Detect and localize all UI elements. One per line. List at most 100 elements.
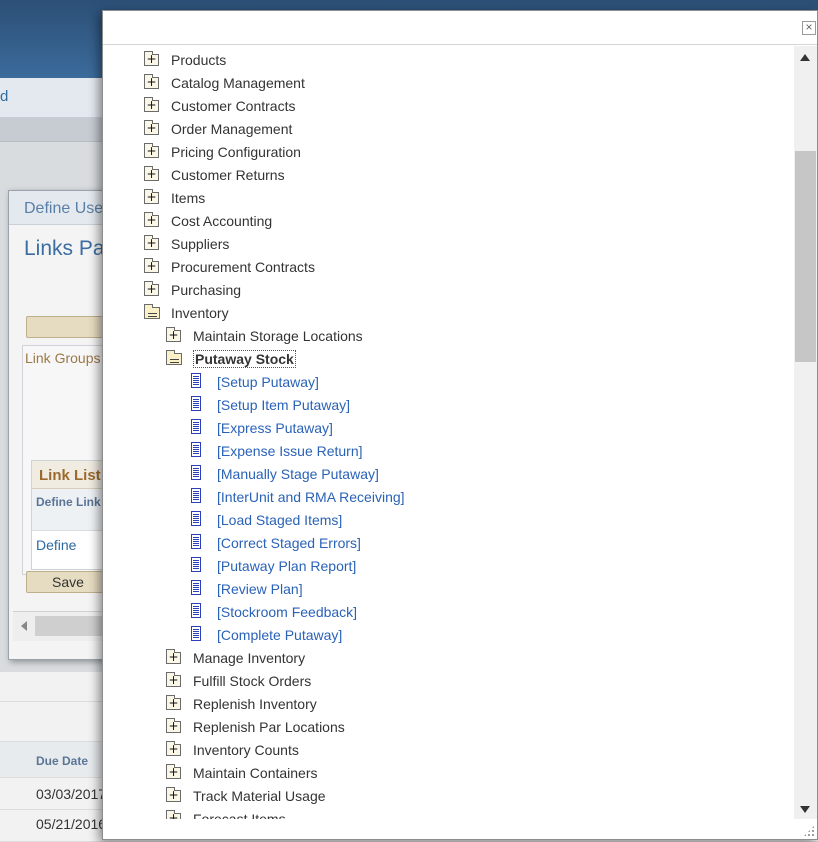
close-button[interactable]: × (802, 21, 816, 35)
tree-folder-row[interactable]: + Procurement Contracts (143, 256, 315, 278)
folder-closed-icon[interactable]: + (143, 258, 167, 276)
tree-folder-label[interactable]: Putaway Stock (193, 350, 296, 368)
tree-folder-label[interactable]: Purchasing (171, 282, 241, 298)
tree-folder-row[interactable]: + Cost Accounting (143, 210, 272, 232)
document-icon (189, 373, 213, 391)
tree-link-label[interactable]: [Manually Stage Putaway] (217, 466, 379, 482)
tree-link-row[interactable]: [Complete Putaway] (189, 624, 342, 646)
tree-folder-label[interactable]: Customer Contracts (171, 98, 295, 114)
tree-link-row[interactable]: [Express Putaway] (189, 417, 333, 439)
tree-link-row[interactable]: [Expense Issue Return] (189, 440, 363, 462)
tree-folder-row[interactable]: + Replenish Par Locations (165, 716, 345, 738)
tree-folder-label[interactable]: Replenish Par Locations (193, 719, 345, 735)
tree-folder-label[interactable]: Customer Returns (171, 167, 285, 183)
tree-link-row[interactable]: [Load Staged Items] (189, 509, 342, 531)
tree-link-row[interactable]: [Putaway Plan Report] (189, 555, 356, 577)
tree-link-row[interactable]: [Setup Item Putaway] (189, 394, 350, 416)
tree-folder-row[interactable]: + Pricing Configuration (143, 141, 301, 163)
folder-closed-icon[interactable]: + (143, 166, 167, 184)
tree-folder-row[interactable]: + Maintain Containers (165, 762, 318, 784)
tree-link-label[interactable]: [Load Staged Items] (217, 512, 342, 528)
tree-folder-label[interactable]: Track Material Usage (193, 788, 326, 804)
tree-folder-label[interactable]: Maintain Storage Locations (193, 328, 363, 344)
tree-folder-row[interactable]: + Replenish Inventory (165, 693, 317, 715)
folder-closed-icon[interactable]: + (165, 764, 189, 782)
tree-folder-row[interactable]: + Order Management (143, 118, 292, 140)
tree-folder-label[interactable]: Replenish Inventory (193, 696, 317, 712)
folder-closed-icon[interactable]: + (143, 143, 167, 161)
folder-closed-icon[interactable]: + (143, 281, 167, 299)
tree-folder-row[interactable]: + Track Material Usage (165, 785, 326, 807)
tree-folder-label[interactable]: Pricing Configuration (171, 144, 301, 160)
save-button[interactable]: Save (26, 571, 110, 593)
tree-folder-label[interactable]: Items (171, 190, 205, 206)
tree-link-row[interactable]: [Stockroom Feedback] (189, 601, 357, 623)
tree-folder-label[interactable]: Maintain Containers (193, 765, 318, 781)
tree-folder-label[interactable]: Products (171, 52, 226, 68)
folder-closed-icon[interactable]: + (143, 120, 167, 138)
tree-folder-row[interactable]: + Products (143, 49, 226, 71)
folder-closed-icon[interactable]: + (165, 741, 189, 759)
tree-folder-row[interactable]: + Purchasing (143, 279, 241, 301)
folder-closed-icon[interactable]: + (165, 672, 189, 690)
scroll-thumb[interactable] (795, 151, 816, 362)
folder-closed-icon[interactable]: + (165, 810, 189, 819)
tree-link-label[interactable]: [Expense Issue Return] (217, 443, 363, 459)
tree-folder-row[interactable]: + Maintain Storage Locations (165, 325, 363, 347)
tree-folder-row[interactable]: + Inventory Counts (165, 739, 299, 761)
tree-folder-row[interactable]: + Manage Inventory (165, 647, 305, 669)
scroll-down-icon[interactable] (800, 806, 810, 813)
folder-open-icon[interactable] (143, 304, 167, 322)
tree-folder-row[interactable]: + Catalog Management (143, 72, 305, 94)
tree-link-label[interactable]: [Putaway Plan Report] (217, 558, 356, 574)
folder-closed-icon[interactable]: + (143, 212, 167, 230)
tree-folder-label[interactable]: Forecast Items (193, 811, 286, 819)
folder-closed-icon[interactable]: + (143, 51, 167, 69)
tree-folder-row[interactable]: + Customer Contracts (143, 95, 295, 117)
tree-link-row[interactable]: [Manually Stage Putaway] (189, 463, 379, 485)
tree-folder-row[interactable]: + Items (143, 187, 205, 209)
scroll-up-icon[interactable] (800, 54, 810, 61)
scroll-left-icon[interactable] (21, 621, 27, 631)
folder-closed-icon[interactable]: + (143, 189, 167, 207)
folder-closed-icon[interactable]: + (143, 97, 167, 115)
tree-link-row[interactable]: [Correct Staged Errors] (189, 532, 361, 554)
tree-link-row[interactable]: [InterUnit and RMA Receiving] (189, 486, 405, 508)
tree-link-row[interactable]: [Setup Putaway] (189, 371, 319, 393)
tree-folder-row[interactable]: + Suppliers (143, 233, 229, 255)
tree-folder-label[interactable]: Manage Inventory (193, 650, 305, 666)
tree-link-row[interactable]: [Review Plan] (189, 578, 303, 600)
tree-link-label[interactable]: [Express Putaway] (217, 420, 333, 436)
tree-folder-label[interactable]: Inventory Counts (193, 742, 299, 758)
folder-closed-icon[interactable]: + (165, 787, 189, 805)
tree-link-label[interactable]: [Setup Item Putaway] (217, 397, 350, 413)
tree-link-label[interactable]: [Complete Putaway] (217, 627, 342, 643)
tree-folder-row[interactable]: + Fulfill Stock Orders (165, 670, 311, 692)
tree-link-label[interactable]: [Review Plan] (217, 581, 303, 597)
folder-closed-icon[interactable]: + (165, 327, 189, 345)
folder-closed-icon[interactable]: + (165, 695, 189, 713)
tree-folder-inventory-row[interactable]: Inventory (143, 302, 229, 324)
tree-folder-label[interactable]: Order Management (171, 121, 292, 137)
folder-closed-icon[interactable]: + (143, 74, 167, 92)
tree-folder-label[interactable]: Catalog Management (171, 75, 305, 91)
tree-folder-label[interactable]: Suppliers (171, 236, 229, 252)
folder-closed-icon[interactable]: + (165, 718, 189, 736)
tree-folder-putaway-stock-row[interactable]: Putaway Stock (165, 348, 296, 370)
tree-folder-label[interactable]: Inventory (171, 305, 229, 321)
document-icon (189, 511, 213, 529)
tree-link-label[interactable]: [Setup Putaway] (217, 374, 319, 390)
tree-link-label[interactable]: [Correct Staged Errors] (217, 535, 361, 551)
tree-folder-label[interactable]: Cost Accounting (171, 213, 272, 229)
folder-open-icon[interactable] (165, 350, 189, 368)
tree-link-label[interactable]: [InterUnit and RMA Receiving] (217, 489, 405, 505)
vertical-scrollbar[interactable] (794, 46, 817, 819)
folder-closed-icon[interactable]: + (143, 235, 167, 253)
tree-folder-row[interactable]: + Forecast Items (165, 808, 286, 819)
tree-folder-label[interactable]: Fulfill Stock Orders (193, 673, 311, 689)
folder-closed-icon[interactable]: + (165, 649, 189, 667)
tree-folder-row[interactable]: + Customer Returns (143, 164, 285, 186)
resize-grip-icon[interactable] (803, 825, 815, 837)
tree-link-label[interactable]: [Stockroom Feedback] (217, 604, 357, 620)
tree-folder-label[interactable]: Procurement Contracts (171, 259, 315, 275)
